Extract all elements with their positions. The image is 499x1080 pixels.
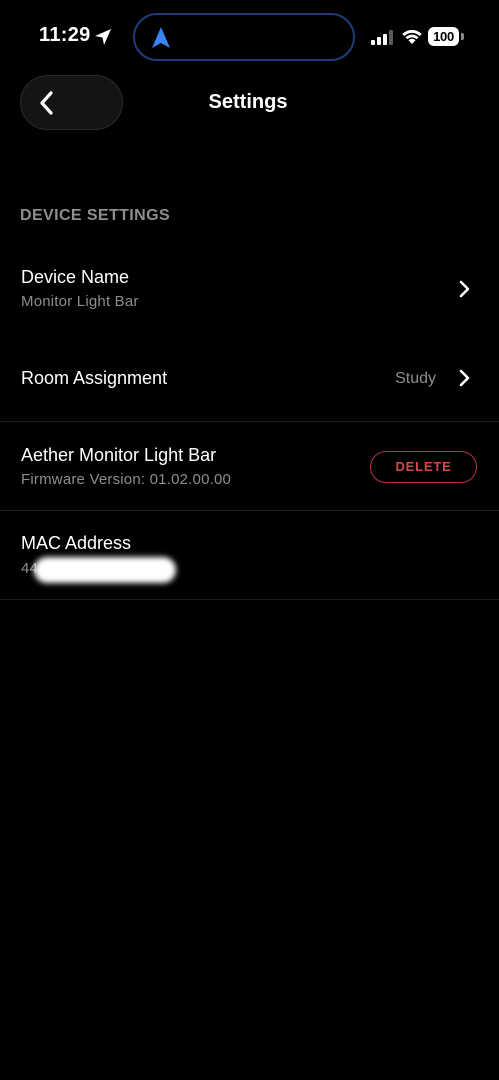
room-assignment-row[interactable]: Room Assignment Study [0, 335, 499, 422]
battery-tip [461, 33, 464, 40]
firmware-version-text: Firmware Version: 01.02.00.00 [21, 471, 232, 488]
device-model-label: Aether Monitor Light Bar [21, 445, 217, 465]
device-name-value: Monitor Light Bar [21, 293, 139, 310]
dynamic-island[interactable] [133, 13, 355, 61]
page-title-text: Settings [208, 91, 288, 113]
room-assignment-value: Study [395, 370, 436, 387]
device-name-row[interactable]: Device Name Monitor Light Bar [0, 250, 499, 335]
cellular-signal-icon [371, 30, 393, 45]
room-assignment-label: Room Assignment [21, 368, 168, 388]
section-header-device-settings: DEVICE SETTINGS [20, 207, 171, 224]
status-bar: 11:29 100 [0, 0, 499, 72]
chevron-right-icon [459, 280, 470, 298]
status-time: 11:29 [39, 24, 91, 46]
mac-address-label: MAC Address [21, 533, 132, 553]
mac-address-redaction [34, 557, 176, 583]
device-name-label: Device Name [21, 267, 130, 287]
battery-indicator: 100 [428, 27, 464, 46]
firmware-row: Aether Monitor Light Bar Firmware Versio… [0, 422, 499, 511]
page-title: Settings [0, 91, 499, 114]
wifi-icon [402, 29, 422, 44]
mac-address-row: MAC Address 44 [0, 511, 499, 600]
navigation-arrow-icon [152, 27, 170, 48]
delete-button[interactable]: DELETE [370, 451, 477, 483]
chevron-right-icon [459, 369, 470, 387]
location-arrow-icon [95, 29, 111, 45]
row-divider [0, 599, 499, 600]
battery-level: 100 [428, 27, 459, 46]
